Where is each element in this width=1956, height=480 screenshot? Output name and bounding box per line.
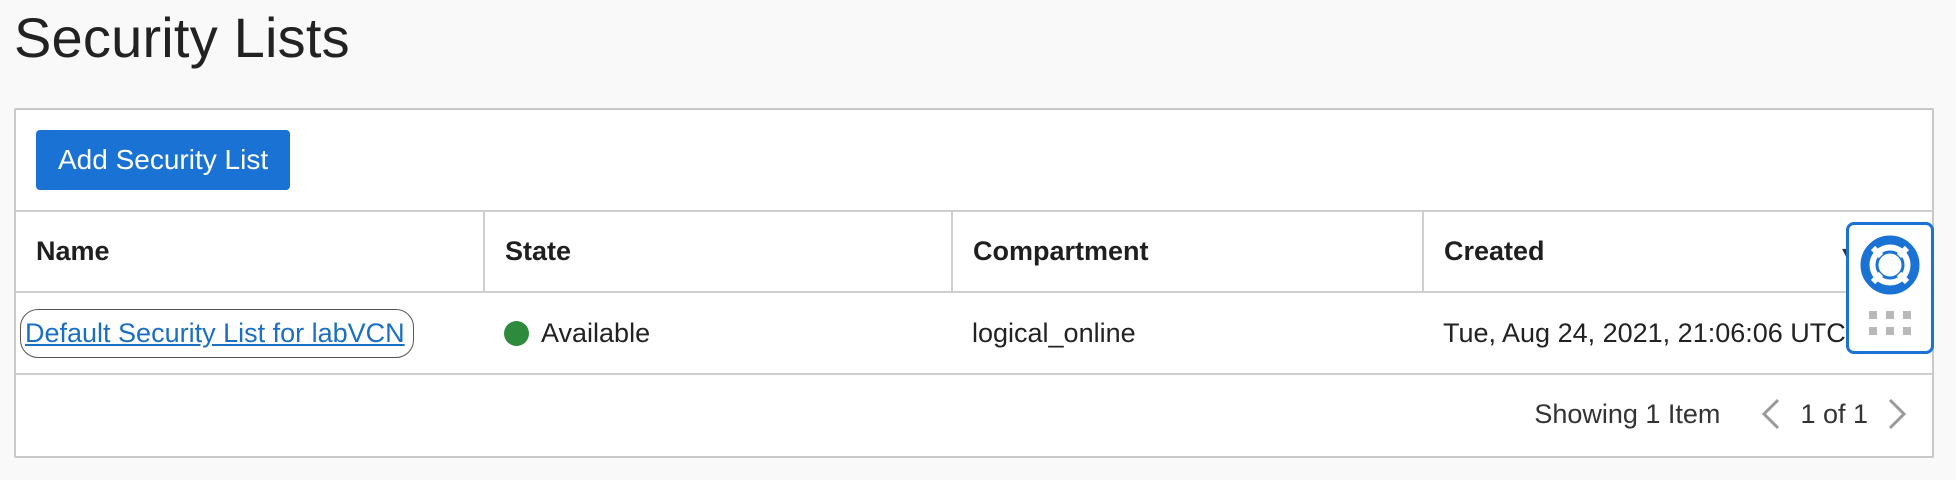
chevron-right-icon[interactable] <box>1880 394 1914 434</box>
grip-dots-icon[interactable] <box>1869 309 1913 344</box>
status-badge: Available <box>504 318 932 349</box>
cell-state: Available <box>484 292 952 375</box>
cell-compartment: logical_online <box>952 292 1423 375</box>
showing-count: Showing 1 Item <box>1534 398 1721 429</box>
status-label: Available <box>541 317 651 348</box>
security-lists-table: Name State Compartment Created Default S… <box>16 212 1932 375</box>
pagination: Showing 1 Item 1 of 1 <box>1534 378 1914 450</box>
table-row: Default Security List for labVCN Availab… <box>16 292 1932 375</box>
column-header-state[interactable]: State <box>484 212 953 293</box>
security-lists-panel: Add Security List Name State Compartment… <box>14 108 1934 458</box>
security-list-link[interactable]: Default Security List for labVCN <box>20 308 414 358</box>
help-widget[interactable] <box>1846 222 1934 354</box>
page-indicator: 1 of 1 <box>1800 398 1868 429</box>
table-header-row: Name State Compartment Created <box>16 212 1932 293</box>
chevron-left-icon[interactable] <box>1754 394 1788 434</box>
page-title: Security Lists <box>14 6 350 69</box>
column-header-name[interactable]: Name <box>16 212 485 293</box>
cell-name: Default Security List for labVCN <box>16 292 484 375</box>
lifebuoy-icon <box>1860 235 1920 300</box>
add-security-list-button[interactable]: Add Security List <box>36 130 291 190</box>
column-header-compartment[interactable]: Compartment <box>952 212 1424 293</box>
status-dot-icon <box>504 320 529 346</box>
toolbar: Add Security List <box>16 110 1932 212</box>
